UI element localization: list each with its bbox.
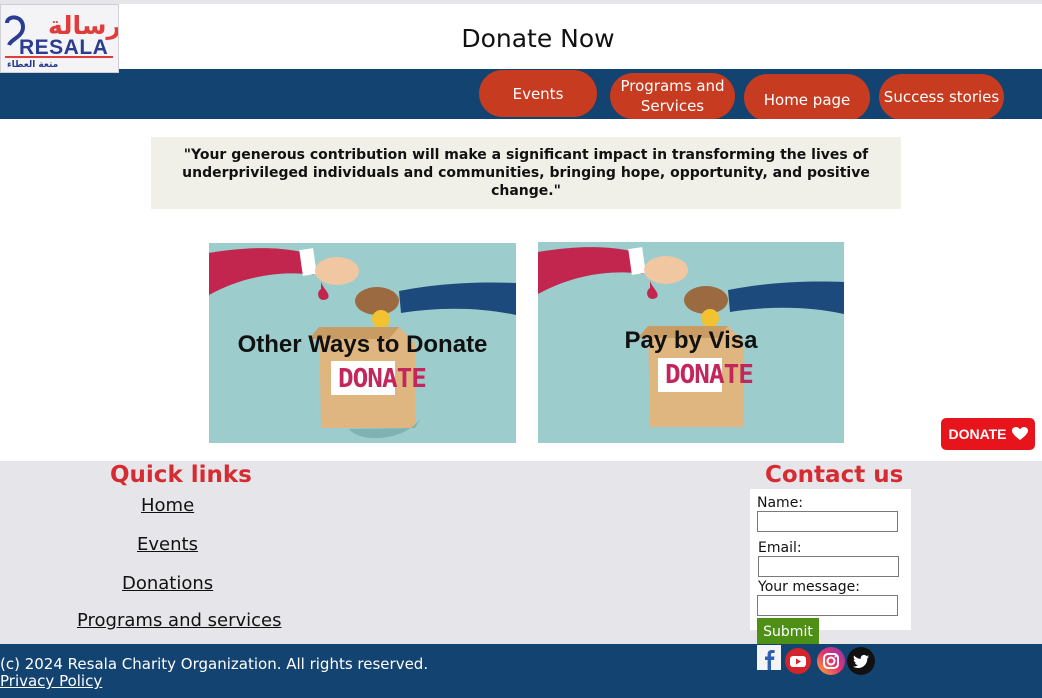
footer-link-donations[interactable]: Donations — [122, 573, 213, 594]
floating-donate-label: DONATE — [948, 426, 1007, 442]
donation-quote: "Your generous contribution will make a … — [151, 137, 901, 209]
heart-icon — [1011, 427, 1028, 440]
email-label: Email: — [758, 540, 802, 556]
privacy-policy-link[interactable]: Privacy Policy — [0, 672, 102, 690]
name-label: Name: — [757, 495, 804, 511]
nav-home-button[interactable]: Home page — [744, 74, 870, 121]
name-field[interactable] — [757, 511, 898, 532]
quick-links-title: Quick links — [110, 462, 252, 488]
instagram-icon[interactable] — [816, 646, 846, 676]
pay-by-visa-card[interactable]: Pay by Visa DONATE — [538, 242, 844, 443]
facebook-icon[interactable] — [757, 645, 781, 670]
youtube-icon[interactable] — [784, 647, 812, 675]
submit-button[interactable]: Submit — [757, 618, 819, 645]
message-label: Your message: — [758, 579, 860, 595]
floating-donate-button[interactable]: DONATE — [941, 418, 1035, 450]
copyright-text: (c) 2024 Resala Charity Organization. Al… — [0, 655, 429, 673]
email-field[interactable] — [758, 556, 899, 577]
footer-link-programs[interactable]: Programs and services — [77, 610, 282, 631]
footer-link-home[interactable]: Home — [141, 495, 194, 516]
card-title: Other Ways to Donate — [237, 331, 488, 358]
logo-tagline: متعة العطاء — [7, 60, 59, 70]
other-ways-to-donate-card[interactable]: Other Ways to Donate DONATE — [209, 243, 516, 443]
donate-box-text: DONATE — [665, 360, 754, 390]
message-field[interactable] — [757, 595, 898, 616]
page-title: Donate Now — [461, 24, 615, 53]
nav-events-button[interactable]: Events — [479, 70, 597, 117]
contact-us-title: Contact us — [765, 462, 904, 488]
resala-logo[interactable]: رسالة RESALA متعة العطاء — [0, 4, 119, 73]
nav-success-stories-button[interactable]: Success stories — [879, 74, 1004, 120]
card-title: Pay by Visa — [624, 327, 758, 354]
footer-link-events[interactable]: Events — [137, 534, 198, 555]
twitter-icon[interactable] — [846, 646, 876, 676]
logo-latin-text: RESALA — [19, 36, 109, 59]
nav-programs-button[interactable]: Programs and Services — [610, 73, 735, 119]
donate-box-text: DONATE — [338, 364, 427, 394]
